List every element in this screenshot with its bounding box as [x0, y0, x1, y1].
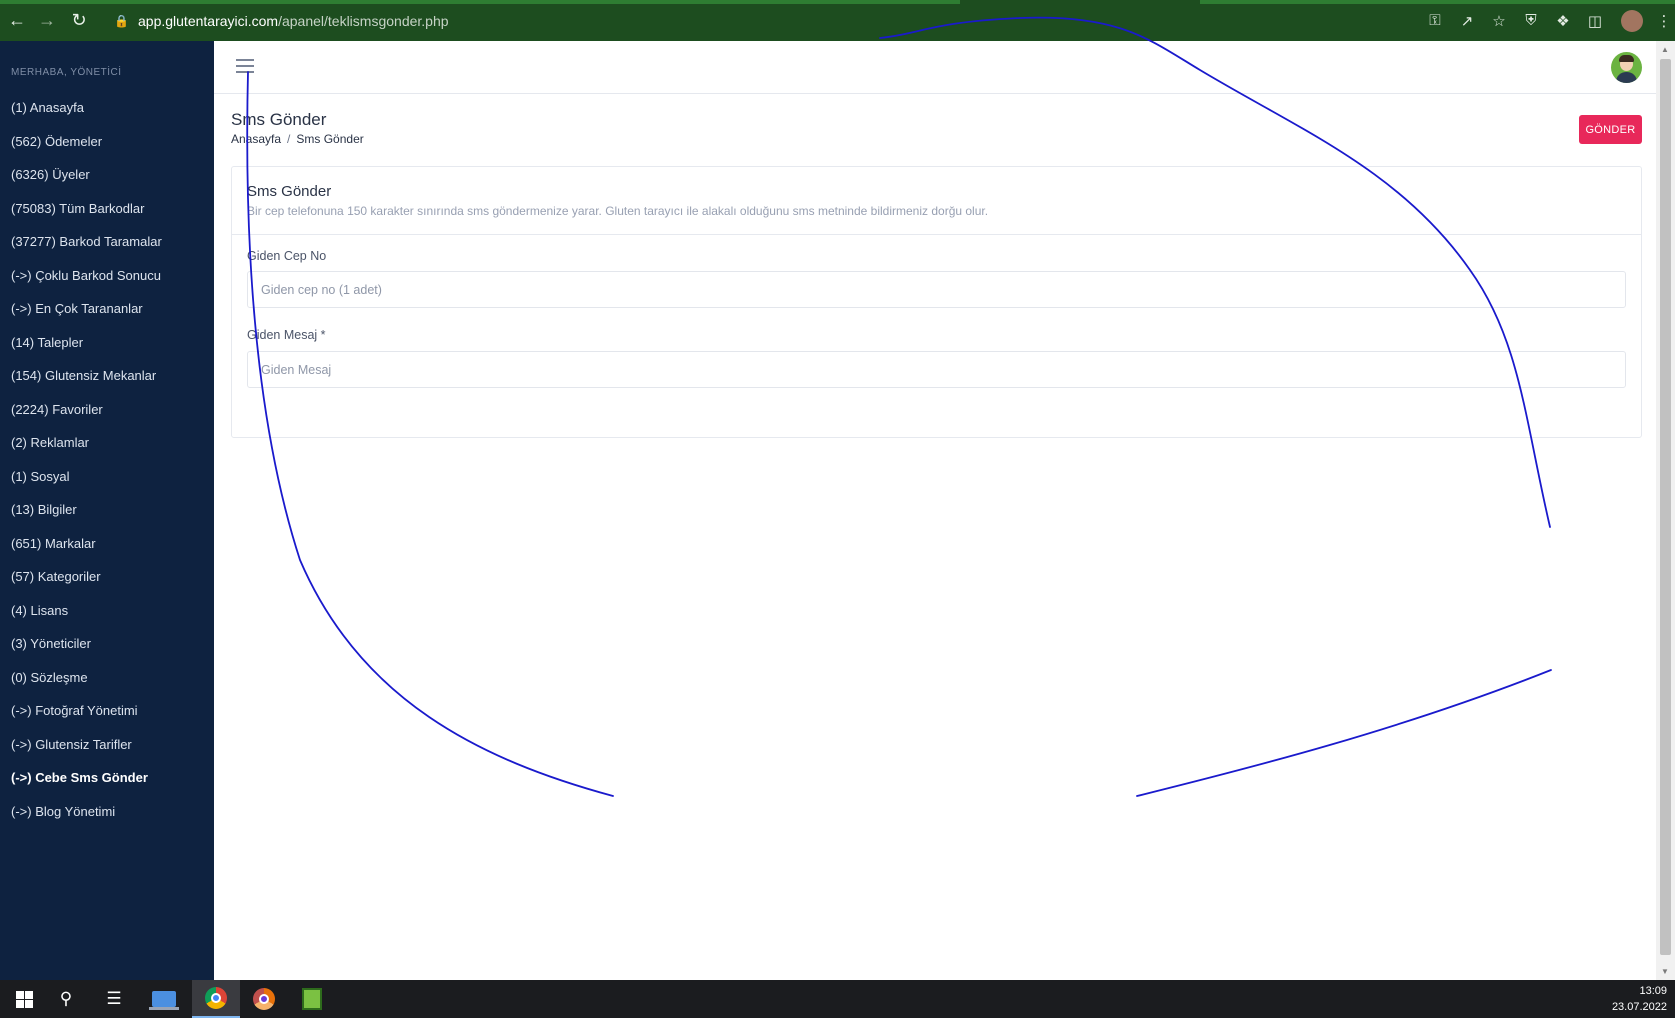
sidebar-item-uyeler[interactable]: (6326) Üyeler — [0, 158, 214, 192]
phone-label: Giden Cep No — [247, 249, 327, 263]
main-content: Sms Gönder Anasayfa / Sms Gönder GÖNDER … — [214, 41, 1656, 980]
sidebar-item-anasayfa[interactable]: (1) Anasayfa — [0, 91, 214, 125]
sidebar-item-favoriler[interactable]: (2224) Favoriler — [0, 393, 214, 427]
forward-icon[interactable]: → — [36, 9, 58, 31]
scrollbar-thumb[interactable] — [1660, 59, 1671, 955]
sidebar-item-tum-barkodlar[interactable]: (75083) Tüm Barkodlar — [0, 192, 214, 226]
sidebar-item-coklu-barkod-sonucu[interactable]: (->) Çoklu Barkod Sonucu — [0, 259, 214, 293]
card-subtitle: Bir cep telefonuna 150 karakter sınırınd… — [247, 204, 989, 218]
address-bar[interactable]: 🔒 app.glutentarayici.com/apanel/teklisms… — [104, 8, 1214, 34]
send-button[interactable]: GÖNDER — [1579, 115, 1642, 144]
lock-icon[interactable]: 🔒 — [114, 14, 129, 28]
url-path: /apanel/teklismsgonder.php — [278, 13, 449, 29]
sidebar: MERHABA, YÖNETİCİ (1) Anasayfa (562) Öde… — [0, 41, 214, 980]
search-icon[interactable]: ⚲ — [42, 980, 90, 1018]
message-label: Giden Mesaj * — [247, 328, 326, 342]
laptop-app-icon[interactable] — [140, 980, 188, 1018]
sidebar-item-reklamlar[interactable]: (2) Reklamlar — [0, 426, 214, 460]
breadcrumb-home[interactable]: Anasayfa — [231, 132, 281, 146]
sidebar-item-cebe-sms-gonder[interactable]: (->) Cebe Sms Gönder — [0, 761, 214, 795]
scroll-up-icon[interactable]: ▲ — [1661, 45, 1669, 54]
windows-start-icon[interactable] — [0, 980, 48, 1018]
sidebar-item-markalar[interactable]: (651) Markalar — [0, 527, 214, 561]
task-view-icon[interactable]: ☰ — [90, 980, 138, 1018]
clock-date: 23.07.2022 — [1611, 1001, 1667, 1013]
active-tab[interactable] — [960, 0, 1200, 4]
sidebar-item-yoneticiler[interactable]: (3) Yöneticiler — [0, 627, 214, 661]
sidebar-greeting: MERHABA, YÖNETİCİ — [11, 67, 122, 78]
breadcrumb-current: Sms Gönder — [296, 132, 364, 146]
sidebar-item-talepler[interactable]: (14) Talepler — [0, 326, 214, 360]
chrome-icon[interactable] — [192, 980, 240, 1018]
shield-icon[interactable]: ⛨ — [1515, 12, 1547, 29]
profile-icon[interactable] — [1621, 9, 1643, 32]
url-host: app.glutentarayici.com — [138, 13, 279, 29]
sidebar-item-bilgiler[interactable]: (13) Bilgiler — [0, 493, 214, 527]
browser-toolbar: ← → ↻ 🔒 app.glutentarayici.com/apanel/te… — [0, 0, 1675, 41]
page-title: Sms Gönder — [231, 110, 327, 129]
top-navbar — [214, 41, 1656, 94]
star-icon[interactable]: ☆ — [1483, 12, 1515, 30]
sidebar-item-blog-yonetimi[interactable]: (->) Blog Yönetimi — [0, 795, 214, 829]
clock-time: 13:09 — [1639, 985, 1667, 997]
message-input[interactable] — [247, 351, 1626, 388]
reload-icon[interactable]: ↻ — [68, 9, 90, 31]
sidepanel-icon[interactable]: ◫ — [1579, 12, 1611, 30]
breadcrumb: Anasayfa / Sms Gönder — [231, 132, 364, 146]
sidebar-item-kategoriler[interactable]: (57) Kategoriler — [0, 560, 214, 594]
card-header: Sms Gönder Bir cep telefonuna 150 karakt… — [232, 167, 1641, 235]
windows-taskbar: ⚲ ☰ 13:09 23.07.2022 — [0, 980, 1675, 1018]
menu-icon[interactable]: ⋮ — [1653, 12, 1675, 30]
sidebar-item-glutensiz-tarifler[interactable]: (->) Glutensiz Tarifler — [0, 728, 214, 762]
sidebar-item-fotograf-yonetimi[interactable]: (->) Fotoğraf Yönetimi — [0, 694, 214, 728]
system-clock[interactable]: 13:09 23.07.2022 — [1612, 983, 1667, 1015]
card-title: Sms Gönder — [247, 183, 332, 200]
extensions-icon[interactable]: ❖ — [1547, 12, 1579, 30]
scroll-down-icon[interactable]: ▼ — [1661, 967, 1669, 976]
browser-actions: ⚿ ↗ ☆ ⛨ ❖ ◫ ⋮ — [1419, 0, 1675, 41]
share-icon[interactable]: ↗ — [1451, 12, 1483, 30]
sidebar-item-odemeler[interactable]: (562) Ödemeler — [0, 125, 214, 159]
chrome-canary-icon[interactable] — [240, 980, 288, 1018]
sidebar-item-glutensiz-mekanlar[interactable]: (154) Glutensiz Mekanlar — [0, 359, 214, 393]
sidebar-item-barkod-taramalar[interactable]: (37277) Barkod Taramalar — [0, 225, 214, 259]
sidebar-item-en-cok-tarananlar[interactable]: (->) En Çok Tarananlar — [0, 292, 214, 326]
back-icon[interactable]: ← — [6, 9, 28, 31]
sidebar-menu: (1) Anasayfa (562) Ödemeler (6326) Üyele… — [0, 91, 214, 828]
phone-input[interactable] — [247, 271, 1626, 308]
notepad-icon[interactable] — [288, 980, 336, 1018]
sidebar-item-sosyal[interactable]: (1) Sosyal — [0, 460, 214, 494]
key-icon[interactable]: ⚿ — [1419, 12, 1451, 29]
hamburger-menu-icon[interactable] — [236, 59, 254, 73]
sidebar-item-lisans[interactable]: (4) Lisans — [0, 594, 214, 628]
avatar[interactable] — [1611, 52, 1642, 83]
breadcrumb-separator: / — [287, 132, 291, 146]
sms-form-card: Sms Gönder Bir cep telefonuna 150 karakt… — [231, 166, 1642, 438]
sidebar-item-sozlesme[interactable]: (0) Sözleşme — [0, 661, 214, 695]
page-scrollbar[interactable]: ▲ ▼ — [1656, 41, 1675, 980]
